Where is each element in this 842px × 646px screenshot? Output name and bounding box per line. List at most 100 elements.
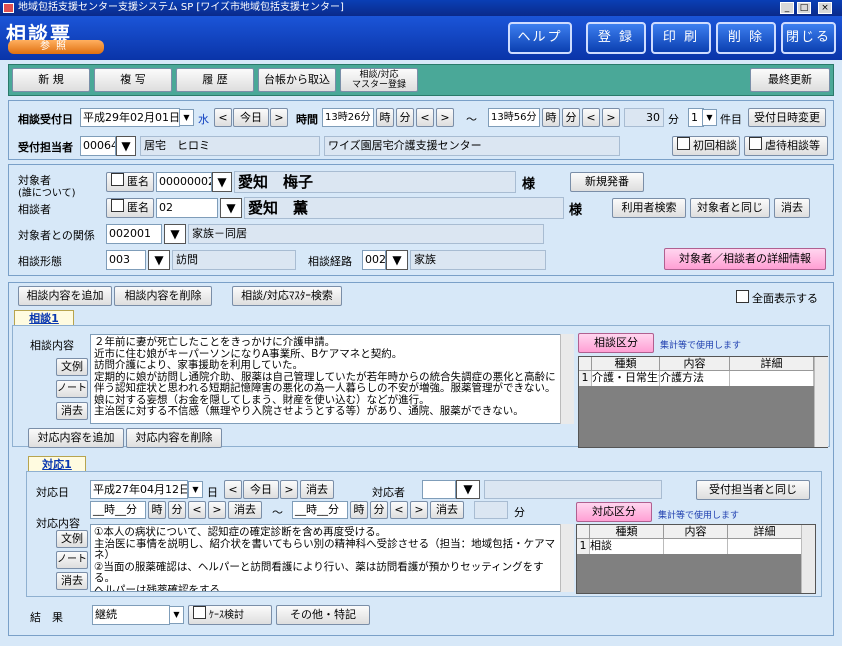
consulter-anonymous-checkbox[interactable]: 匿名 (106, 198, 154, 218)
user-search-button[interactable]: 利用者検索 (612, 198, 686, 218)
show-all-checkbox[interactable]: 全面表示する (736, 290, 818, 306)
delete-button[interactable]: 削 除 (716, 22, 776, 54)
import-from-ledger-button[interactable]: 台帳から取込 (258, 68, 336, 92)
abuse-consult-check-icon[interactable] (749, 137, 762, 150)
response-time-from-next-button[interactable]: > (208, 501, 226, 519)
minimize-icon[interactable]: _ (780, 2, 794, 14)
add-consult-button[interactable]: 相談内容を追加 (18, 286, 112, 306)
response-content-textarea[interactable]: ①本人の病状について、認知症の確定診断を含め再度受ける。 主治医に事情を説明し、… (90, 524, 562, 592)
reception-today-button[interactable]: 今日 (233, 108, 269, 127)
reception-time-from-next-button[interactable]: > (436, 108, 454, 127)
result-select[interactable]: 継続 (92, 605, 170, 625)
tab-response-1[interactable]: 対応1 (28, 456, 86, 472)
relation-code-field[interactable]: 002001 (106, 224, 162, 244)
consulter-code-field[interactable]: 02 (156, 198, 218, 218)
target-anonymous-checkbox[interactable]: 匿名 (106, 172, 154, 192)
response-time-to-hour-button[interactable]: 時 (350, 501, 368, 519)
reception-time-from-prev-button[interactable]: < (416, 108, 434, 127)
consult-content-textarea[interactable]: ２年前に妻が死亡したことをきっかけに介護申請。 近市に住む娘がキーパーソンになり… (90, 334, 562, 424)
case-review-checkbox[interactable]: ｹｰｽ検討 (188, 605, 272, 625)
response-clear-button[interactable]: 消去 (56, 572, 88, 590)
same-as-reception-staff-button[interactable]: 受付担当者と同じ (696, 480, 810, 500)
response-date-field[interactable]: 平成27年04月12日 (90, 480, 188, 499)
response-content-scrollbar[interactable] (560, 524, 574, 592)
new-button[interactable]: 新 規 (12, 68, 90, 92)
response-time-from-clear-button[interactable]: 消去 (228, 501, 262, 519)
response-grid-scrollbar[interactable] (801, 525, 815, 593)
new-issue-button[interactable]: 新規発番 (570, 172, 644, 192)
register-button[interactable]: 登 録 (586, 22, 646, 54)
reception-time-to-min-button[interactable]: 分 (562, 108, 580, 127)
delete-response-button[interactable]: 対応内容を削除 (126, 428, 222, 448)
case-review-check-icon[interactable] (193, 606, 206, 619)
consult-category-button[interactable]: 相談区分 (578, 333, 654, 353)
response-time-from-hour-button[interactable]: 時 (148, 501, 166, 519)
consulter-dropdown-icon[interactable]: ▼ (220, 198, 242, 218)
response-category-button[interactable]: 対応区分 (576, 502, 652, 522)
add-response-button[interactable]: 対応内容を追加 (28, 428, 124, 448)
reception-date-next-button[interactable]: > (270, 108, 288, 127)
target-code-field[interactable]: 00000002 (156, 172, 212, 192)
response-time-to-min-button[interactable]: 分 (370, 501, 388, 519)
close-icon[interactable]: × (818, 2, 832, 14)
help-button[interactable]: ヘルプ (508, 22, 572, 54)
first-consult-checkbox[interactable]: 初回相談 (672, 136, 740, 156)
same-as-target-button[interactable]: 対象者と同じ (690, 198, 770, 218)
consult-content-scrollbar[interactable] (560, 334, 574, 424)
result-dropdown-icon[interactable]: ▼ (169, 606, 184, 624)
response-date-next-button[interactable]: > (280, 480, 298, 499)
form-code-field[interactable]: 003 (106, 250, 146, 270)
reception-time-from-min-button[interactable]: 分 (396, 108, 414, 127)
reception-datetime-change-button[interactable]: 受付日時変更 (748, 108, 826, 127)
response-grid-row-content[interactable] (664, 539, 728, 554)
route-code-field[interactable]: 002 (362, 250, 386, 270)
reception-date-field[interactable]: 平成29年02月01日 (80, 108, 180, 127)
response-today-button[interactable]: 今日 (243, 480, 279, 499)
response-time-to-prev-button[interactable]: < (390, 501, 408, 519)
form-dropdown-icon[interactable]: ▼ (148, 250, 170, 270)
reception-time-to-next-button[interactable]: > (602, 108, 620, 127)
maximize-icon[interactable]: □ (797, 2, 811, 14)
reception-date-dropdown-icon[interactable]: ▼ (179, 109, 194, 126)
response-example-button[interactable]: 文例 (56, 530, 88, 548)
response-date-dropdown-icon[interactable]: ▼ (188, 481, 203, 498)
reception-date-prev-button[interactable]: < (214, 108, 232, 127)
abuse-consult-checkbox[interactable]: 虐待相談等 (744, 136, 828, 156)
response-staff-dropdown-icon[interactable]: ▼ (456, 480, 480, 499)
response-time-to-next-button[interactable]: > (410, 501, 428, 519)
master-register-button[interactable]: 相談/対応 マスター登録 (340, 68, 418, 92)
close-button[interactable]: 閉じる (781, 22, 836, 54)
reception-count-dropdown-icon[interactable]: ▼ (702, 109, 717, 126)
response-time-from-min-button[interactable]: 分 (168, 501, 186, 519)
last-update-button[interactable]: 最終更新 (750, 68, 830, 92)
response-time-to-field[interactable]: __時__分 (292, 501, 348, 519)
response-time-from-prev-button[interactable]: < (188, 501, 206, 519)
response-time-to-clear-button[interactable]: 消去 (430, 501, 464, 519)
consulter-anonymous-check-icon[interactable] (111, 199, 124, 212)
other-notes-button[interactable]: その他・特記 (276, 605, 370, 625)
history-button[interactable]: 履 歴 (176, 68, 254, 92)
show-all-check-icon[interactable] (736, 290, 749, 303)
reception-time-to-field[interactable]: 13時56分 (488, 108, 540, 127)
reception-time-to-prev-button[interactable]: < (582, 108, 600, 127)
response-grid-row-detail[interactable] (728, 539, 802, 554)
consult-grid-row-detail[interactable] (730, 371, 814, 386)
response-time-from-field[interactable]: __時__分 (90, 501, 146, 519)
delete-consult-button[interactable]: 相談内容を削除 (114, 286, 212, 306)
copy-button[interactable]: 複 写 (94, 68, 172, 92)
target-dropdown-icon[interactable]: ▼ (212, 172, 232, 192)
relation-dropdown-icon[interactable]: ▼ (164, 224, 186, 244)
response-date-prev-button[interactable]: < (224, 480, 242, 499)
reception-staff-code-field[interactable]: 00064 (80, 136, 116, 156)
consult-note-button[interactable]: ノート (56, 380, 88, 398)
reception-time-to-hour-button[interactable]: 時 (542, 108, 560, 127)
first-consult-check-icon[interactable] (677, 137, 690, 150)
consult-example-button[interactable]: 文例 (56, 358, 88, 376)
consult-grid-row-content[interactable]: 介護方法 (660, 371, 730, 386)
consulter-clear-button[interactable]: 消去 (774, 198, 810, 218)
response-grid-row-type[interactable]: 相談 (590, 539, 664, 554)
reception-time-from-hour-button[interactable]: 時 (376, 108, 394, 127)
consult-grid-scrollbar[interactable] (814, 357, 828, 447)
response-date-clear-button[interactable]: 消去 (300, 480, 334, 499)
reception-staff-dropdown-icon[interactable]: ▼ (116, 136, 136, 156)
